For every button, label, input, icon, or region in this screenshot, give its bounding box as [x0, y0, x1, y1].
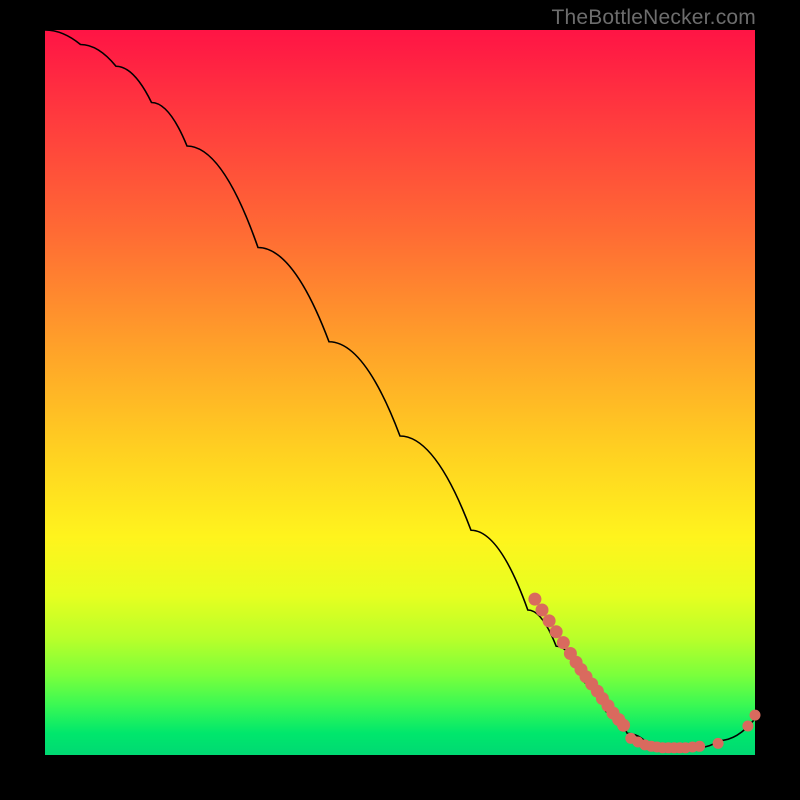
bottleneck-curve [45, 30, 755, 748]
data-point [528, 593, 541, 606]
chart-svg [45, 30, 755, 755]
chart-frame: TheBottleNecker.com [0, 0, 800, 800]
scatter-dots [528, 593, 760, 754]
data-point [694, 741, 705, 752]
data-point [543, 614, 556, 627]
data-point [617, 719, 630, 732]
data-point [750, 710, 761, 721]
watermark-label: TheBottleNecker.com [551, 6, 756, 30]
data-point [713, 738, 724, 749]
data-point [536, 604, 549, 617]
data-point [742, 721, 753, 732]
plot-area [45, 30, 755, 755]
data-point [557, 636, 570, 649]
data-point [550, 625, 563, 638]
